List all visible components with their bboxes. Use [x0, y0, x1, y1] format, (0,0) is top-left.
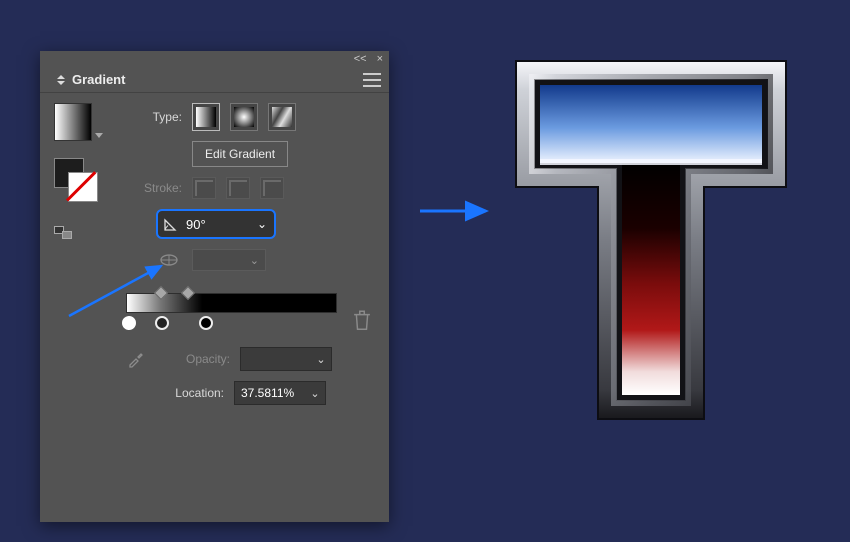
- edit-gradient-button[interactable]: Edit Gradient: [192, 141, 288, 167]
- delete-stop-button[interactable]: [353, 309, 371, 329]
- location-dropdown[interactable]: ⌄: [305, 387, 325, 400]
- panel-title-tab[interactable]: Gradient: [46, 69, 135, 90]
- panel-close-button[interactable]: ×: [377, 53, 383, 65]
- stroke-row: Stroke:: [126, 177, 375, 199]
- result-preview: [510, 55, 792, 425]
- panel-window-controls: << ×: [40, 51, 389, 67]
- opacity-input[interactable]: [241, 352, 311, 366]
- annotation-arrow-to-result: [418, 198, 496, 227]
- eyedropper-button[interactable]: [126, 348, 146, 370]
- location-input[interactable]: [235, 386, 305, 400]
- angle-dropdown[interactable]: ⌄: [250, 217, 274, 231]
- type-label: Type:: [126, 110, 182, 124]
- stroke-along-button[interactable]: [226, 177, 250, 199]
- swatch-column: [54, 103, 124, 240]
- angle-icon: [158, 216, 184, 232]
- angle-input-wrap[interactable]: ⌄: [156, 209, 276, 239]
- stroke-swatch-none[interactable]: [68, 172, 98, 202]
- fill-stroke-swatches[interactable]: [54, 158, 100, 200]
- opacity-stop-2[interactable]: [181, 286, 195, 300]
- stroke-label: Stroke:: [126, 181, 182, 195]
- gradient-preset-dropdown[interactable]: [95, 133, 103, 138]
- stroke-across-button[interactable]: [260, 177, 284, 199]
- angle-input[interactable]: [184, 213, 250, 236]
- location-field[interactable]: ⌄: [234, 381, 326, 405]
- type-freeform-button[interactable]: [268, 103, 296, 131]
- location-label: Location:: [164, 386, 224, 400]
- panel-menu-button[interactable]: [363, 73, 381, 87]
- annotation-arrow-to-angle: [65, 260, 175, 323]
- panel-collapse-button[interactable]: <<: [354, 53, 367, 65]
- location-row: Location: ⌄: [164, 381, 375, 405]
- opacity-dropdown[interactable]: ⌄: [311, 353, 331, 366]
- reverse-gradient-button[interactable]: [54, 226, 74, 240]
- opacity-field[interactable]: ⌄: [240, 347, 332, 371]
- type-radial-button[interactable]: [230, 103, 258, 131]
- stroke-within-button[interactable]: [192, 177, 216, 199]
- angle-row: ⌄: [156, 209, 375, 239]
- aspect-ratio-row: ⌄: [156, 249, 375, 271]
- active-gradient-swatch[interactable]: [54, 103, 92, 141]
- color-stop-3[interactable]: [199, 316, 213, 330]
- type-row: Type:: [126, 103, 375, 131]
- panel-header: Gradient: [40, 67, 389, 93]
- aspect-ratio-dropdown[interactable]: ⌄: [192, 249, 266, 271]
- opacity-label: Opacity:: [174, 352, 230, 366]
- opacity-row: Opacity: ⌄: [126, 347, 375, 371]
- panel-title: Gradient: [72, 72, 125, 87]
- expand-collapse-icon: [56, 75, 66, 85]
- type-linear-button[interactable]: [192, 103, 220, 131]
